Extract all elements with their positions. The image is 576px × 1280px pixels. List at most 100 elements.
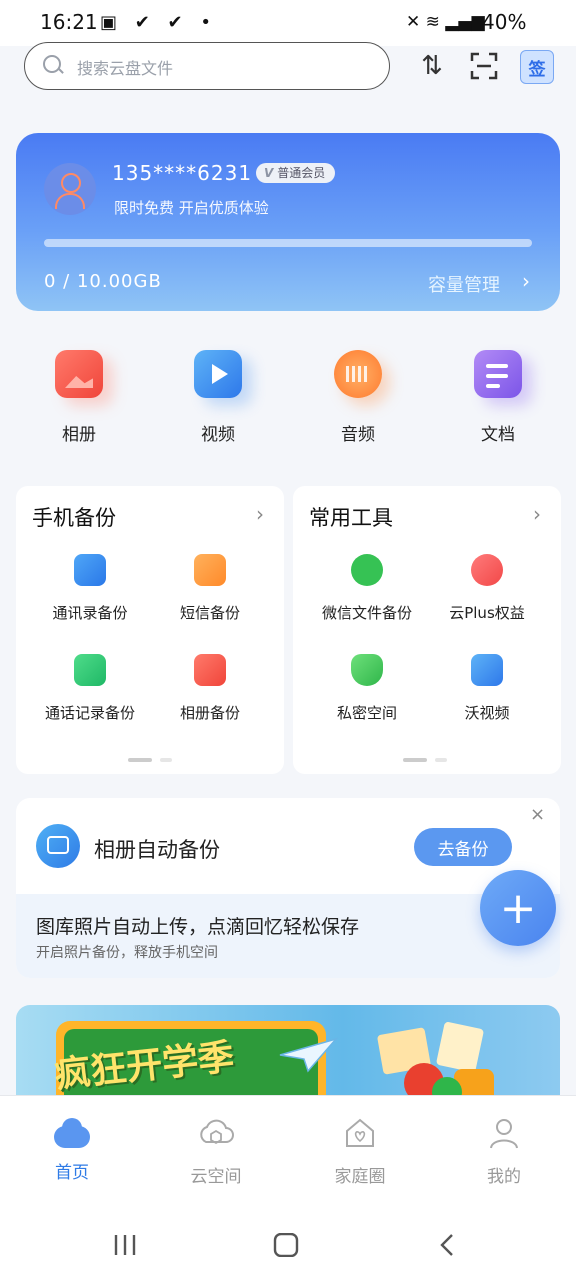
common-tools-panel: 常用工具 › 微信文件备份 云Plus权益 私密空间 沃视频 xyxy=(293,486,561,774)
video-icon xyxy=(194,350,242,398)
account-phone: 135****6231 xyxy=(112,161,253,185)
status-bar: 16:21 ▣ ✔ ✔ • ✕ ≋ ▂▄▆ 40% xyxy=(0,0,576,46)
panel-title[interactable]: 手机备份 xyxy=(32,502,116,532)
transfer-button[interactable]: ⇅ xyxy=(414,48,450,84)
tile-label: 通讯录备份 xyxy=(52,604,128,622)
add-fab-button[interactable]: + xyxy=(480,870,556,946)
chevron-right-icon[interactable]: › xyxy=(533,502,541,526)
tile-label: 微信文件备份 xyxy=(321,604,412,622)
audio-icon xyxy=(334,350,382,398)
search-icon xyxy=(43,55,61,73)
play-icon xyxy=(471,654,503,686)
contacts-icon xyxy=(74,554,106,586)
call-log-icon xyxy=(74,654,106,686)
tile-call-log-backup[interactable]: 通话记录备份 xyxy=(24,654,156,723)
category-audio[interactable]: 音频 xyxy=(303,350,413,445)
nav-label: 云空间 xyxy=(190,1167,242,1187)
auto-backup-card: 相册自动备份 去备份 × 图库照片自动上传，点滴回忆轻松保存 开启照片备份，释放… xyxy=(16,798,560,978)
back-chevron-icon xyxy=(440,1234,453,1256)
panel-title[interactable]: 常用工具 xyxy=(309,502,393,532)
ribbon-icon xyxy=(471,554,503,586)
album-icon xyxy=(55,350,103,398)
back-button[interactable] xyxy=(436,1233,460,1261)
wechat-icon xyxy=(351,554,383,586)
document-icon xyxy=(474,350,522,398)
member-card[interactable]: 135****6231 V 普通会员 限时免费 开启优质体验 0 / 10.00G… xyxy=(16,133,560,311)
capacity-manage-link[interactable]: 容量管理 xyxy=(428,271,500,297)
category-label: 音频 xyxy=(341,425,375,445)
plus-icon: + xyxy=(499,882,537,934)
tile-contacts-backup[interactable]: 通讯录备份 xyxy=(24,554,156,623)
nav-label: 家庭圈 xyxy=(334,1167,386,1187)
recent-apps-icon xyxy=(114,1235,136,1255)
nav-label: 我的 xyxy=(487,1167,521,1187)
member-badge: V 普通会员 xyxy=(256,163,336,183)
phone-backup-panel: 手机备份 › 通讯录备份 短信备份 通话记录备份 相册备份 xyxy=(16,486,284,774)
chevron-right-icon[interactable]: › xyxy=(256,502,264,526)
page-indicator-active xyxy=(128,758,152,762)
tile-label: 短信备份 xyxy=(179,604,240,622)
home-cloud-icon xyxy=(54,1116,90,1150)
user-body-icon xyxy=(55,193,85,209)
storage-capacity: 0 / 10.00GB xyxy=(44,271,162,292)
promo-banner[interactable]: 疯狂开学季 xyxy=(16,1005,560,1095)
bottom-nav: 首页 云空间 家庭圈 我的 xyxy=(0,1095,576,1200)
category-label: 相册 xyxy=(62,425,96,445)
system-status-icons: ✕ ≋ ▂▄▆ xyxy=(406,12,485,32)
tile-label: 相册备份 xyxy=(179,704,240,722)
category-label: 文档 xyxy=(481,425,515,445)
nav-cloud-space[interactable]: 云空间 xyxy=(166,1116,266,1187)
page-indicator xyxy=(435,758,447,762)
nav-home[interactable]: 首页 xyxy=(22,1116,122,1183)
user-head-icon xyxy=(61,173,81,193)
search-placeholder: 搜索云盘文件 xyxy=(77,59,174,78)
page-indicator xyxy=(160,758,172,762)
battery-level: 40% xyxy=(482,10,527,34)
notification-icons: ▣ ✔ ✔ • xyxy=(100,12,217,33)
recent-apps-button[interactable] xyxy=(112,1233,138,1261)
sms-icon xyxy=(194,554,226,586)
tile-label: 云Plus权益 xyxy=(449,604,525,622)
search-bar[interactable]: 搜索云盘文件 xyxy=(24,42,390,90)
scan-icon xyxy=(470,52,498,80)
tile-label: 通话记录备份 xyxy=(44,704,135,722)
vip-v-icon: V xyxy=(264,166,274,180)
auto-backup-title: 相册自动备份 xyxy=(94,838,220,862)
profile-icon xyxy=(490,1119,518,1149)
cloud-box-icon xyxy=(200,1119,234,1145)
tile-photo-backup[interactable]: 相册备份 xyxy=(144,654,276,723)
promo-text[interactable]: 限时免费 开启优质体验 xyxy=(114,197,269,218)
shield-icon xyxy=(351,654,383,686)
paper-plane-icon xyxy=(279,1037,338,1073)
auto-backup-headline: 图库照片自动上传，点滴回忆轻松保存 xyxy=(36,916,360,938)
tile-label: 私密空间 xyxy=(336,704,397,722)
gallery-icon xyxy=(36,824,80,868)
go-backup-button[interactable]: 去备份 xyxy=(414,828,512,866)
status-time: 16:21 xyxy=(40,10,98,34)
tile-wechat-backup[interactable]: 微信文件备份 xyxy=(301,554,433,623)
nav-family[interactable]: 家庭圈 xyxy=(310,1116,410,1187)
system-nav-bar xyxy=(0,1199,576,1280)
tile-sms-backup[interactable]: 短信备份 xyxy=(144,554,276,623)
sign-in-button[interactable]: 签 xyxy=(520,50,554,84)
storage-progress-bar xyxy=(44,239,532,247)
category-label: 视频 xyxy=(201,425,235,445)
home-button[interactable] xyxy=(273,1232,299,1261)
auto-backup-subline: 开启照片备份，释放手机空间 xyxy=(36,945,218,961)
category-album[interactable]: 相册 xyxy=(24,350,134,445)
tile-cloud-plus[interactable]: 云Plus权益 xyxy=(421,554,553,623)
category-video[interactable]: 视频 xyxy=(163,350,273,445)
category-document[interactable]: 文档 xyxy=(443,350,553,445)
scan-button[interactable] xyxy=(466,48,502,84)
photo-icon xyxy=(194,654,226,686)
tile-label: 沃视频 xyxy=(464,704,510,722)
close-icon[interactable]: × xyxy=(530,804,545,825)
chevron-right-icon[interactable]: › xyxy=(522,269,530,293)
nav-mine[interactable]: 我的 xyxy=(454,1116,554,1187)
nav-label: 首页 xyxy=(55,1163,89,1183)
avatar[interactable] xyxy=(44,163,96,215)
home-square-icon xyxy=(273,1232,299,1258)
tile-private-space[interactable]: 私密空间 xyxy=(301,654,433,723)
family-home-icon xyxy=(346,1118,374,1147)
tile-wo-video[interactable]: 沃视频 xyxy=(421,654,553,723)
